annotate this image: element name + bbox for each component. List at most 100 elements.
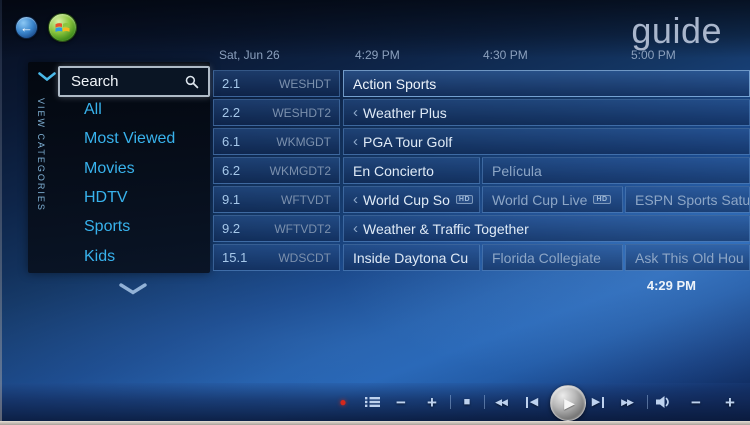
program-cell[interactable]: ‹ PGA Tour Golf [343,128,750,155]
hd-badge: HD [593,195,610,204]
channel-number: 2.2 [222,105,240,120]
channel-number: 6.2 [222,163,240,178]
hd-badge: HD [456,195,473,204]
program-cell[interactable]: ‹ Weather Plus [343,99,750,126]
rewind-button[interactable]: ◀◀ [487,383,515,421]
collapse-chevron-icon[interactable] [38,72,56,81]
search-icon [185,75,199,89]
guide-list-button[interactable] [358,383,386,421]
record-icon: ● [339,396,346,408]
rewind-icon: ◀◀ [495,398,507,407]
program-title: Florida Collegiate [492,250,601,266]
scroll-down-chevron-icon[interactable] [119,283,147,295]
media-center-window: ← guide Sat, Jun 26 4:29 PM 4:30 PM 5:00… [0,0,750,425]
continues-left-icon: ‹ [353,105,358,120]
program-title: Inside Daytona Cu [353,250,468,266]
search-input-value: Search [60,73,119,90]
transport-separator [450,395,451,409]
continues-left-icon: ‹ [353,221,358,236]
next-button[interactable]: ▶ [584,383,612,421]
volume-button[interactable] [650,383,678,421]
time-slot-3: 5:00 PM [631,48,676,62]
program-cell[interactable]: ‹ Weather & Traffic Together [343,215,750,242]
stop-icon: ■ [464,397,471,408]
back-arrow-icon: ← [20,20,33,35]
channel-cell[interactable]: 6.1 WKMGDT [213,128,340,155]
program-cell[interactable]: Florida Collegiate [482,244,623,271]
program-cell[interactable]: Inside Daytona Cu [343,244,480,271]
channel-callsign: WESHDT2 [272,106,331,120]
program-title: PGA Tour Golf [363,134,452,150]
previous-button[interactable]: ◀ [518,383,546,421]
program-title: Action Sports [353,76,436,92]
sidebar-item-kids[interactable]: Kids [84,248,115,272]
sidebar-item-sports[interactable]: Sports [84,218,130,242]
view-categories-label: VIEW CATEGORIES [36,98,46,212]
page-title: guide [631,10,722,52]
plus-icon: + [725,394,735,411]
program-cell[interactable]: World Cup Live HD [482,186,623,213]
program-title: Weather & Traffic Together [363,221,529,237]
volume-icon [656,395,673,409]
guide-date-label: Sat, Jun 26 [219,48,280,62]
sidebar-item-movies[interactable]: Movies [84,160,135,184]
time-slot-1: 4:29 PM [355,48,400,62]
guide-list-icon [365,396,380,408]
channel-cell[interactable]: 9.1 WFTVDT [213,186,340,213]
program-cell[interactable]: ‹ World Cup So HD [343,186,480,213]
continues-left-icon: ‹ [353,192,358,207]
play-icon: ▶ [564,395,575,412]
program-title: ESPN Sports Satu [635,192,750,208]
window-left-edge [0,0,2,421]
back-button[interactable]: ← [15,16,38,39]
fast-forward-icon: ▶▶ [621,398,633,407]
windows-start-button[interactable] [48,13,77,42]
program-title: Weather Plus [363,105,447,121]
channel-callsign: WKMGDT [276,135,331,149]
skip-next-icon: ▶ [592,397,604,408]
program-title: World Cup So [363,192,450,208]
channel-cell[interactable]: 6.2 WKMGDT2 [213,157,340,184]
windows-logo-icon [55,21,70,34]
channel-callsign: WKMGDT2 [270,164,331,178]
volume-up-button[interactable]: + [716,383,744,421]
program-cell[interactable]: Action Sports [343,70,750,97]
program-cell[interactable]: ESPN Sports Satu [625,186,750,213]
channel-cell[interactable]: 15.1 WDSCDT [213,244,340,271]
search-input[interactable]: Search [58,66,210,97]
continues-left-icon: ‹ [353,134,358,149]
channel-number: 9.2 [222,221,240,236]
window-bottom-edge [0,421,750,425]
channel-up-button[interactable]: + [418,383,446,421]
transport-separator [484,395,485,409]
channel-callsign: WDSCDT [278,251,331,265]
program-cell[interactable]: Película [482,157,750,184]
minus-icon: − [691,394,701,411]
sidebar-item-hdtv[interactable]: HDTV [84,189,128,213]
channel-cell[interactable]: 2.2 WESHDT2 [213,99,340,126]
plus-icon: + [427,394,437,411]
fast-forward-button[interactable]: ▶▶ [613,383,641,421]
sidebar-item-most-viewed[interactable]: Most Viewed [84,130,175,154]
channel-cell[interactable]: 2.1WESHDT [213,70,340,97]
transport-separator [647,395,648,409]
record-button[interactable]: ● [329,383,357,421]
channel-number: 2.1 [222,76,240,91]
channel-down-button[interactable]: − [387,383,415,421]
sidebar-item-all[interactable]: All [84,101,102,125]
channel-number: 9.1 [222,192,240,207]
program-title: World Cup Live [492,192,587,208]
program-cell[interactable]: En Concierto [343,157,480,184]
volume-down-button[interactable]: − [682,383,710,421]
time-slot-2: 4:30 PM [483,48,528,62]
program-title: Ask This Old Hou [635,250,744,266]
program-title: En Concierto [353,163,434,179]
channel-cell[interactable]: 9.2WFTVDT2 [213,215,340,242]
stop-button[interactable]: ■ [453,383,481,421]
play-button[interactable]: ▶ [550,385,586,421]
channel-number: 6.1 [222,134,240,149]
skip-previous-icon: ◀ [526,397,538,408]
program-cell[interactable]: Ask This Old Hou [625,244,750,271]
channel-callsign: WFTVDT [281,193,331,207]
channel-number: 15.1 [222,250,247,265]
